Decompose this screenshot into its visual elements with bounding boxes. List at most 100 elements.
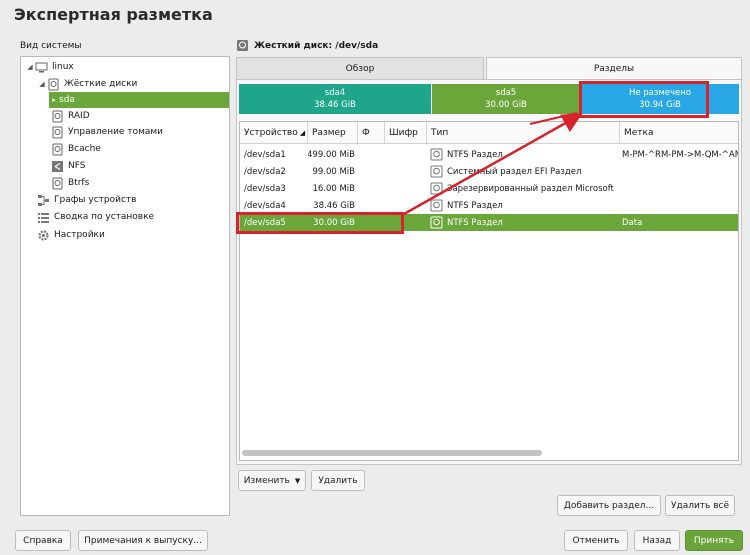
column-header-type[interactable]: Тип — [427, 122, 620, 144]
tree-item-hard-disks[interactable]: ◢ Жёсткие диски — [37, 76, 227, 92]
partitions-panel: sda4 38.46 GiB sda5 30.00 GiB Не размече… — [236, 79, 742, 465]
partition-icon — [430, 165, 443, 178]
cell-type-text: NTFS Раздел — [447, 200, 503, 211]
tree-item-label: Графы устройств — [54, 195, 137, 205]
bar-name: Не размечено — [628, 88, 692, 98]
cell-device: /dev/sda1 — [244, 149, 286, 160]
tree-item-bcache[interactable]: Bcache — [51, 141, 226, 157]
bar-name: sda4 — [324, 88, 346, 98]
accept-button[interactable]: Принять — [685, 530, 743, 551]
partitions-table[interactable]: Устройство ◢ Размер Ф Шифр Тип Метка /dev… — [239, 121, 739, 461]
tab-overview[interactable]: Обзор — [236, 57, 484, 79]
tree-item-btrfs[interactable]: Btrfs — [51, 175, 226, 191]
nfs-icon — [51, 160, 64, 173]
expand-arrow-icon[interactable]: ▸ — [49, 96, 59, 104]
system-view-label: Вид системы — [20, 41, 82, 51]
device-graph-icon — [37, 194, 50, 207]
tree-item-settings[interactable]: Настройки — [37, 227, 227, 243]
computer-icon — [35, 61, 48, 74]
column-header-f[interactable]: Ф — [358, 122, 385, 144]
cell-type: NTFS Раздел — [430, 146, 620, 163]
cell-size: 499.00 MiB — [308, 149, 355, 160]
settings-gear-icon — [37, 229, 50, 242]
tree-item-label: Настройки — [54, 230, 105, 240]
bar-size: 30.00 GiB — [485, 100, 527, 110]
tree-item-label: Управление томами — [68, 127, 164, 137]
cell-device: /dev/sda3 — [244, 183, 286, 194]
cell-type-text: Системный раздел EFI Раздел — [447, 166, 582, 177]
horizontal-scrollbar[interactable] — [242, 450, 542, 456]
column-header-size[interactable]: Размер — [308, 122, 358, 144]
column-header-label-col[interactable]: Метка — [620, 122, 738, 144]
bcache-icon — [51, 143, 64, 156]
add-partition-button[interactable]: Добавить раздел... — [557, 495, 661, 516]
table-header: Устройство ◢ Размер Ф Шифр Тип Метка — [240, 122, 738, 144]
edit-dropdown-button[interactable]: Изменить ▼ — [238, 470, 306, 491]
cancel-button[interactable]: Отменить — [564, 530, 628, 551]
collapse-arrow-icon[interactable]: ◢ — [25, 63, 35, 71]
cell-size: 38.46 GiB — [313, 200, 355, 211]
tree-item-volume-management[interactable]: Управление томами — [51, 124, 226, 140]
cell-device: /dev/sda2 — [244, 166, 286, 177]
cell-type-text: NTFS Раздел — [447, 217, 503, 228]
bar-sda5[interactable]: sda5 30.00 GiB — [432, 84, 580, 114]
partition-icon — [430, 148, 443, 161]
tab-partitions[interactable]: Разделы — [486, 57, 742, 79]
volume-management-icon — [51, 126, 64, 139]
cell-type: Зарезервированный раздел Microsoft — [430, 180, 620, 197]
cell-type-text: NTFS Раздел — [447, 149, 503, 160]
tree-item-label: Bcache — [68, 144, 101, 154]
release-notes-button[interactable]: Примечания к выпуску... — [78, 530, 208, 551]
cell-label — [622, 180, 738, 197]
delete-button[interactable]: Удалить — [311, 470, 365, 491]
tree-item-raid[interactable]: RAID — [51, 108, 226, 124]
tree-item-device-graphs[interactable]: Графы устройств — [37, 192, 227, 208]
hard-disk-icon — [236, 39, 249, 52]
delete-all-button[interactable]: Удалить всё — [665, 495, 735, 516]
cell-label — [622, 163, 738, 180]
edit-label: Изменить — [243, 475, 290, 486]
disk-header-text: Жесткий диск: /dev/sda — [254, 40, 379, 51]
column-header-label: Устройство — [244, 128, 298, 138]
table-row[interactable]: /dev/sda2 99.00 MiB Системный раздел EFI Р… — [240, 163, 738, 180]
help-button[interactable]: Справка — [15, 530, 71, 551]
table-row[interactable]: /dev/sda3 16.00 MiB Зарезервированный разд… — [240, 180, 738, 197]
bar-sda4[interactable]: sda4 38.46 GiB — [239, 84, 431, 114]
partition-icon — [430, 182, 443, 195]
dropdown-arrow-icon: ▼ — [294, 476, 301, 485]
cell-type: Системный раздел EFI Раздел — [430, 163, 620, 180]
tab-bar: Обзор Разделы — [236, 57, 742, 79]
table-row[interactable]: /dev/sda1 499.00 MiB NTFS Раздел M-PM-^RM-P… — [240, 146, 738, 163]
tree-item-label: Btrfs — [68, 178, 90, 188]
bar-unpartitioned[interactable]: Не размечено 30.94 GiB — [581, 84, 739, 114]
tree-item-label: Сводка по установке — [54, 212, 155, 222]
column-header-device[interactable]: Устройство ◢ — [240, 122, 308, 144]
table-row[interactable]: /dev/sda4 38.46 GiB NTFS Раздел — [240, 197, 738, 214]
cell-type-text: Зарезервированный раздел Microsoft — [447, 183, 614, 194]
bar-size: 30.94 GiB — [639, 100, 681, 110]
tree-item-label: NFS — [68, 161, 86, 171]
back-button[interactable]: Назад — [634, 530, 680, 551]
bar-name: sda5 — [495, 88, 517, 98]
cell-size: 99.00 MiB — [312, 166, 355, 177]
cell-label: Data — [622, 217, 643, 228]
cell-type: NTFS Раздел — [430, 214, 620, 231]
partition-icon — [430, 216, 443, 229]
tree-item-installation-summary[interactable]: Сводка по установке — [37, 209, 227, 225]
sort-ascending-icon: ◢ — [299, 129, 306, 137]
tree-item-label: linux — [52, 62, 74, 72]
tree-item-label: Жёсткие диски — [64, 79, 138, 89]
tree-item-nfs[interactable]: NFS — [51, 158, 226, 174]
btrfs-icon — [51, 177, 64, 190]
column-header-encryption[interactable]: Шифр — [385, 122, 427, 144]
cell-size: 16.00 MiB — [312, 183, 355, 194]
cell-device: /dev/sda4 — [244, 200, 286, 211]
system-view-tree[interactable]: ◢ linux ◢ Жёсткие диски ▸ sda RAID Управ… — [20, 56, 230, 516]
tree-item-sda[interactable]: ▸ sda — [49, 92, 229, 108]
tree-item-label: RAID — [68, 111, 90, 121]
cell-type: NTFS Раздел — [430, 197, 620, 214]
tree-item-linux[interactable]: ◢ linux — [25, 59, 225, 75]
table-row[interactable]: /dev/sda5 30.00 GiB NTFS Раздел Data — [240, 214, 738, 231]
collapse-arrow-icon[interactable]: ◢ — [37, 80, 47, 88]
cell-label: M-PM-^RM-PM->M-QM-^AM — [622, 149, 738, 160]
